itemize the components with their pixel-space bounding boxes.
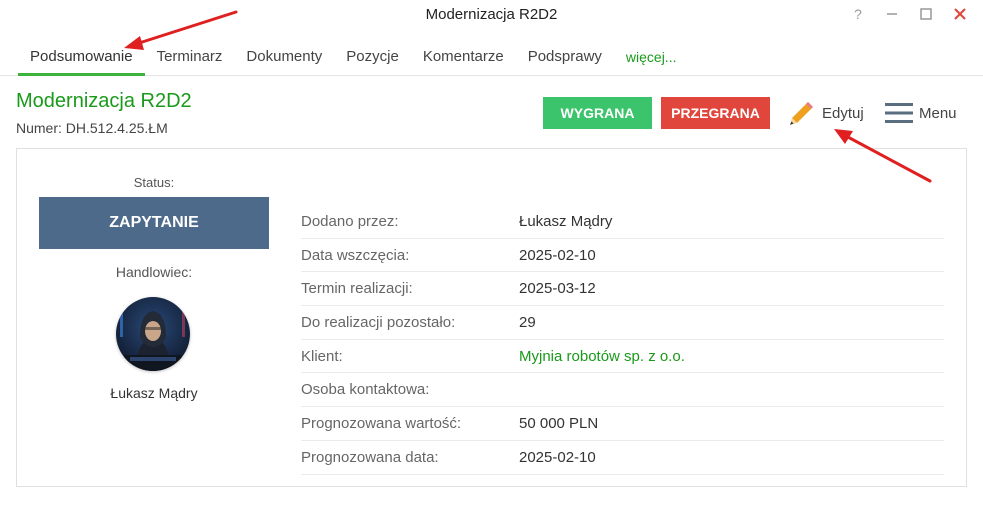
tab-dokumenty[interactable]: Dokumenty	[234, 38, 334, 76]
hamburger-icon	[885, 103, 913, 123]
pencil-icon	[790, 102, 813, 125]
client-link[interactable]: Myjnia robotów sp. z o.o.	[519, 348, 685, 365]
minimize-button[interactable]	[875, 3, 909, 25]
detail-key: Osoba kontaktowa:	[301, 381, 430, 399]
edit-label: Edytuj	[822, 104, 864, 122]
detail-value: 2025-02-10	[519, 246, 596, 264]
detail-value: 50 000 PLN	[519, 414, 599, 432]
status-badge[interactable]: ZAPYTANIE	[39, 197, 269, 249]
summary-card: Status: ZAPYTANIE Handlowiec: Łukasz Mąd…	[16, 148, 967, 487]
table-row: Dodano przez: Łukasz Mądry	[301, 205, 944, 239]
title-bar: Modernizacja R2D2 ?	[0, 0, 983, 30]
tab-podsprawy[interactable]: Podsprawy	[516, 38, 614, 76]
table-row: Prognozowana wartość: 50 000 PLN	[301, 407, 944, 441]
details-table: Dodano przez: Łukasz Mądry Data wszczęcia…	[301, 205, 944, 475]
detail-key: Data wszczęcia:	[301, 246, 410, 264]
detail-key: Prognozowana data:	[301, 448, 439, 466]
window-controls: ?	[841, 3, 977, 25]
table-row: Do realizacji pozostało: 29	[301, 306, 944, 340]
menu-label: Menu	[919, 104, 957, 122]
won-button[interactable]: WYGRANA	[543, 97, 652, 129]
avatar[interactable]	[116, 297, 190, 371]
lost-button[interactable]: PRZEGRANA	[661, 97, 770, 129]
edit-button[interactable]: Edytuj	[788, 98, 864, 128]
salesperson-label: Handlowiec:	[115, 264, 193, 280]
detail-value: 2025-03-12	[519, 280, 596, 298]
table-row: Klient: Myjnia robotów sp. z o.o.	[301, 340, 944, 374]
table-row: Termin realizacji: 2025-03-12	[301, 272, 944, 307]
case-header: Modernizacja R2D2 Numer: DH.512.4.25.ŁM …	[0, 76, 983, 148]
minimize-icon	[887, 13, 897, 15]
detail-key: Termin realizacji:	[301, 280, 413, 298]
table-row: Data wszczęcia: 2025-02-10	[301, 239, 944, 273]
detail-key: Prognozowana wartość:	[301, 414, 462, 432]
table-row: Prognozowana data: 2025-02-10	[301, 441, 944, 475]
table-row: Osoba kontaktowa:	[301, 373, 944, 408]
page-title: Modernizacja R2D2	[16, 90, 192, 112]
close-icon	[954, 8, 966, 20]
avatar-image	[116, 297, 190, 371]
case-number: Numer: DH.512.4.25.ŁM	[16, 120, 168, 136]
detail-key: Dodano przez:	[301, 212, 399, 230]
help-button[interactable]: ?	[841, 3, 875, 25]
tab-komentarze[interactable]: Komentarze	[411, 38, 516, 76]
detail-value: 2025-02-10	[519, 448, 596, 466]
help-icon: ?	[854, 6, 862, 22]
salesperson-name: Łukasz Mądry	[110, 385, 198, 401]
tab-pozycje[interactable]: Pozycje	[334, 38, 411, 76]
detail-value: Łukasz Mądry	[519, 212, 613, 230]
menu-button[interactable]: Menu	[885, 98, 957, 128]
maximize-button[interactable]	[909, 3, 943, 25]
detail-value: 29	[519, 313, 536, 331]
maximize-icon	[920, 8, 932, 20]
detail-key: Klient:	[301, 347, 343, 365]
tab-terminarz[interactable]: Terminarz	[145, 38, 235, 76]
tab-podsumowanie[interactable]: Podsumowanie	[18, 38, 145, 76]
detail-key: Do realizacji pozostało:	[301, 313, 456, 331]
window-title: Modernizacja R2D2	[425, 6, 558, 23]
close-button[interactable]	[943, 3, 977, 25]
tab-more[interactable]: więcej...	[614, 38, 689, 76]
tab-bar: Podsumowanie Terminarz Dokumenty Pozycje…	[0, 38, 983, 76]
status-label: Status:	[133, 175, 175, 190]
